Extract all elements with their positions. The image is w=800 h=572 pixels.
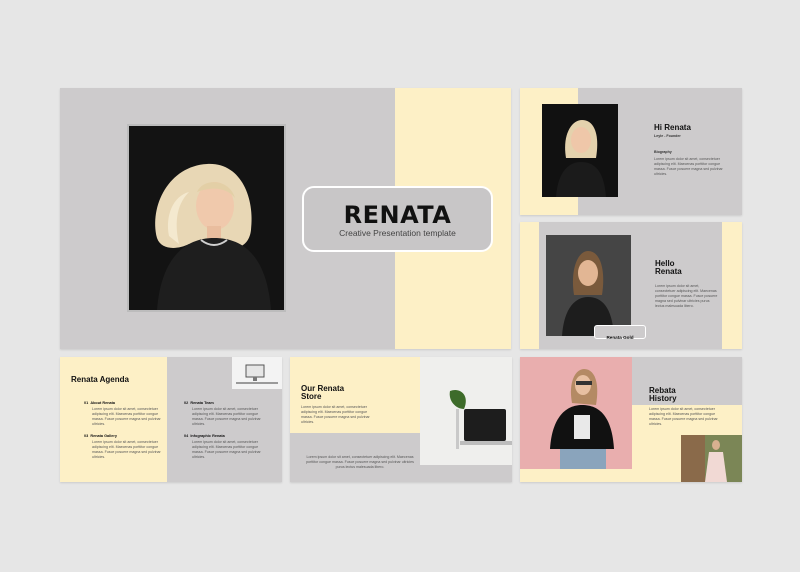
store-slide[interactable]: Our Renata Store Lorem ipsum dolor sit a… (290, 357, 512, 482)
cream-strip-right (722, 222, 742, 349)
hello-renata-slide[interactable]: Renata Gold Hello Renata Lorem ipsum dol… (520, 222, 742, 349)
main-slide[interactable]: RENATA Creative Presentation template (60, 88, 511, 349)
hello-title-line2: Renata (655, 267, 682, 276)
hello-portrait-photo (546, 235, 631, 336)
workspace-photo (232, 357, 282, 389)
store-title-line2: Store (301, 392, 322, 401)
hello-badge-label: Renata Gold (606, 335, 634, 340)
hi-section: Biography (654, 150, 672, 154)
woman-walking-image (681, 435, 742, 482)
main-portrait-photo (127, 124, 286, 312)
desk-monitor-image (232, 357, 282, 389)
agenda-item-label: Renata Gallery (90, 434, 117, 438)
agenda-item-number: 02 (184, 401, 189, 405)
title-card: RENATA Creative Presentation template (302, 186, 493, 252)
agenda-item-body: Lorem ipsum dolor sit amet, consectetuer… (92, 407, 161, 426)
history-main-photo (520, 357, 632, 469)
hi-title: Hi Renata (654, 123, 691, 132)
agenda-item-4: 04 Infographic Renata Lorem ipsum dolor … (184, 434, 262, 460)
laptop-plant-photo (420, 357, 512, 465)
hi-renata-slide[interactable]: Hi Renata Leyle - Founder Biography Lore… (520, 88, 742, 215)
hi-portrait-photo (542, 104, 618, 197)
hello-body: Lorem ipsum dolor sit amet, consectetuer… (655, 284, 718, 308)
agenda-item-label: Renata Team (190, 401, 214, 405)
agenda-item-label: Infographic Renata (190, 434, 225, 438)
cream-strip-left (520, 222, 539, 349)
woman-pink-wall-image (520, 357, 632, 469)
blonde-woman-portrait (542, 104, 618, 197)
agenda-title: Renata Agenda (71, 375, 129, 384)
hi-role: Leyle - Founder (654, 134, 681, 138)
blonde-woman-portrait (129, 126, 284, 310)
agenda-item-number: 04 (184, 434, 189, 438)
laptop-plant-image (420, 357, 512, 465)
history-body: Lorem ipsum dolor sit amet, consectetuer… (649, 407, 718, 426)
history-slide[interactable]: Rebata History Lorem ipsum dolor sit ame… (520, 357, 742, 482)
brunette-woman-portrait (546, 235, 631, 336)
hi-body: Lorem ipsum dolor sit amet, consectetuer… (654, 157, 723, 176)
store-body-bottom: Lorem ipsum dolor sit amet, consectetuer… (306, 455, 414, 469)
main-title: RENATA (343, 201, 452, 229)
agenda-item-label: About Renata (90, 401, 116, 405)
store-body-top: Lorem ipsum dolor sit amet, consectetuer… (301, 405, 370, 424)
main-subtitle: Creative Presentation template (339, 228, 456, 238)
hello-badge: Renata Gold (594, 325, 646, 340)
agenda-item-body: Lorem ipsum dolor sit amet, consectetuer… (92, 440, 161, 459)
agenda-item-body: Lorem ipsum dolor sit amet, consectetuer… (192, 407, 261, 426)
agenda-item-1: 01 About Renata Lorem ipsum dolor sit am… (84, 401, 162, 427)
agenda-item-number: 01 (84, 401, 89, 405)
history-small-photo (681, 435, 742, 482)
agenda-item-3: 03 Renata Gallery Lorem ipsum dolor sit … (84, 434, 162, 460)
agenda-item-body: Lorem ipsum dolor sit amet, consectetuer… (192, 440, 261, 459)
agenda-slide[interactable]: Renata Agenda 01 About Renata Lorem ipsu… (60, 357, 282, 482)
agenda-item-number: 03 (84, 434, 89, 438)
agenda-item-2: 02 Renata Team Lorem ipsum dolor sit ame… (184, 401, 262, 427)
history-title-line2: History (649, 394, 677, 403)
